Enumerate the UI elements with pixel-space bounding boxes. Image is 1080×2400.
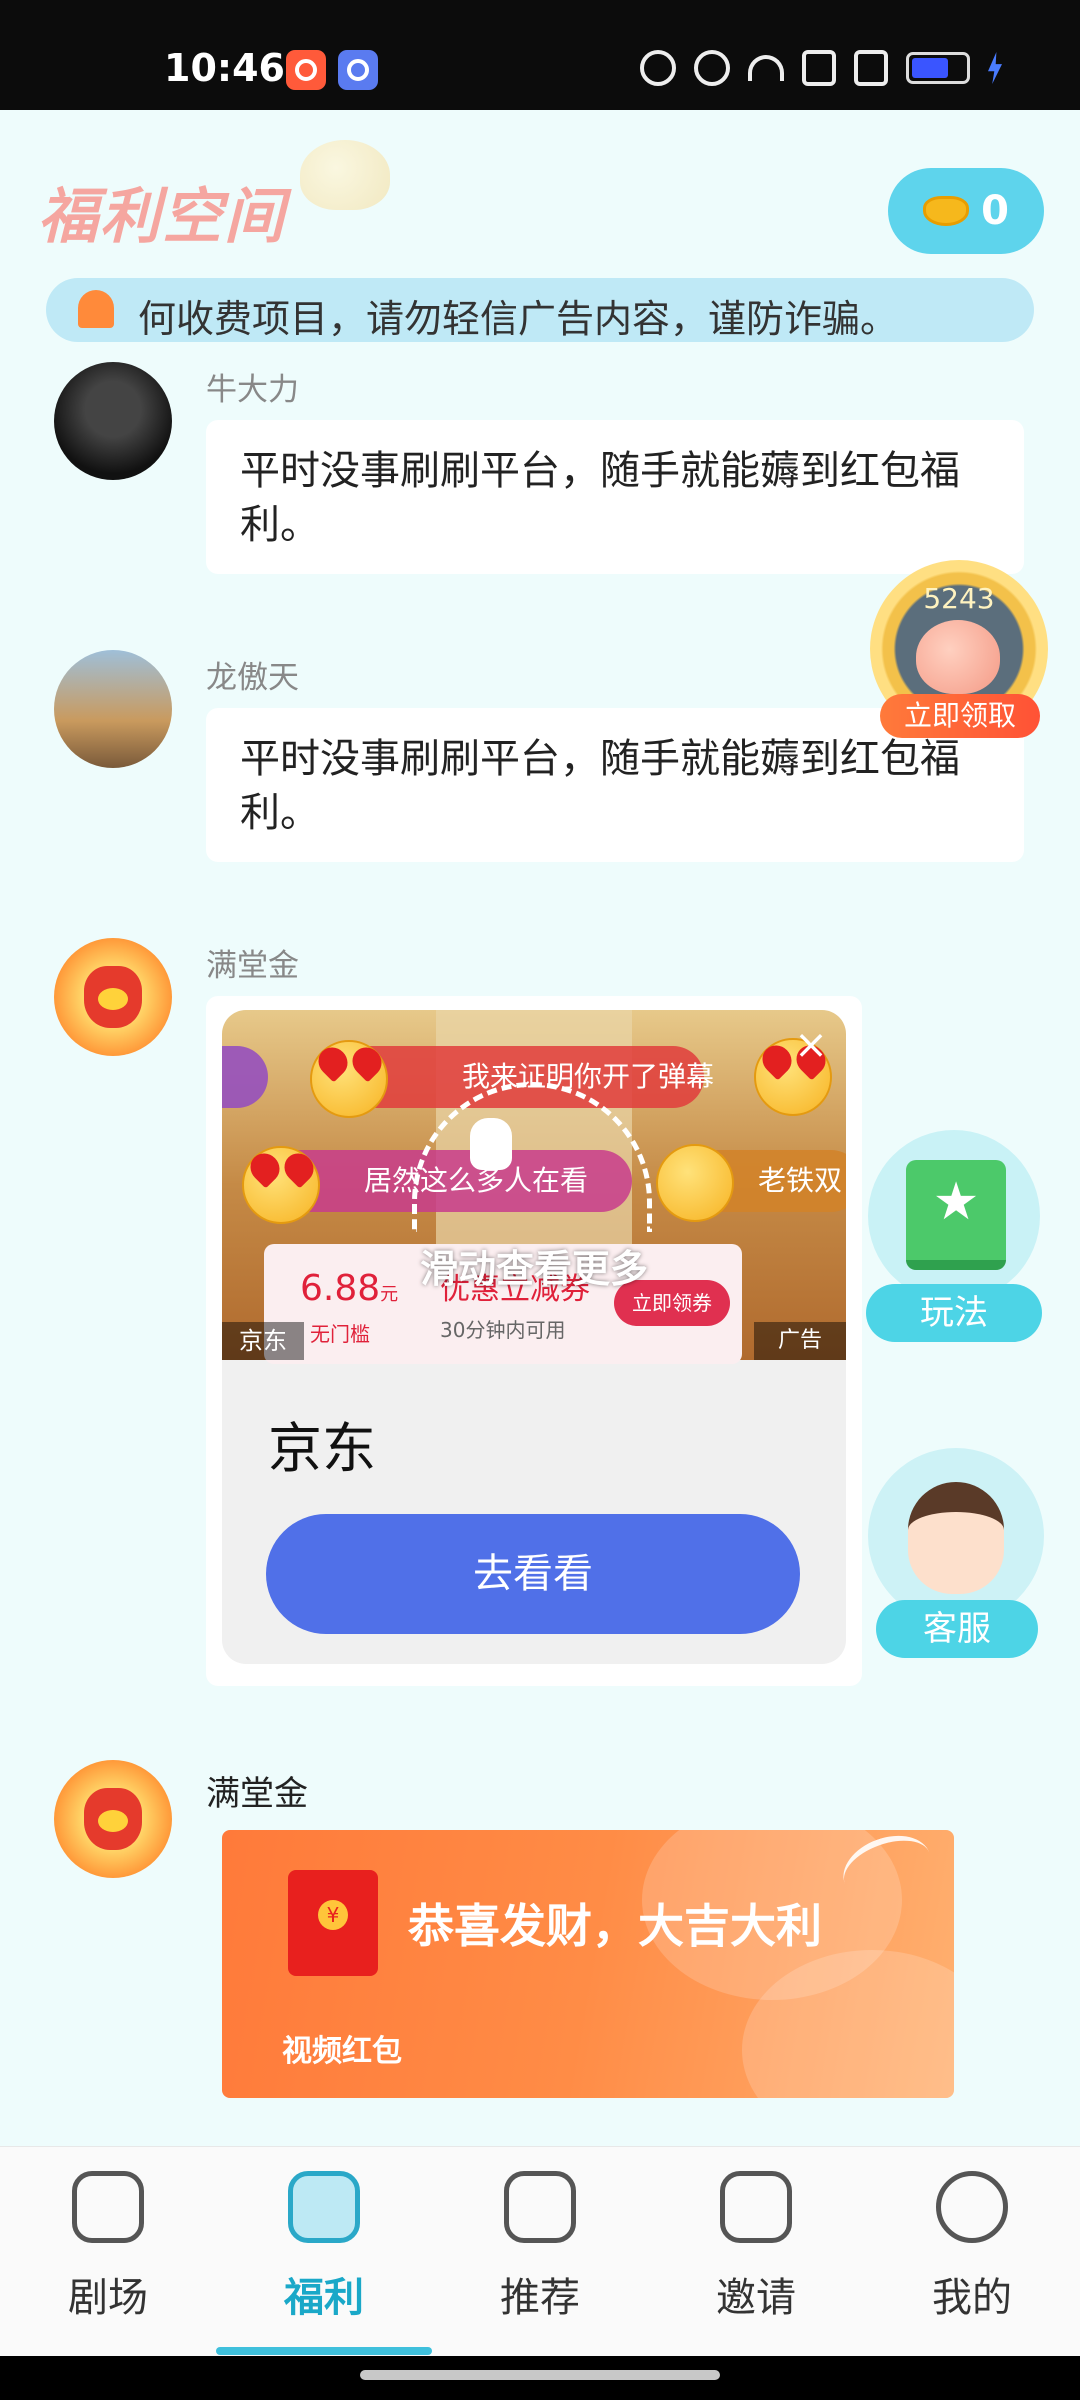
tab-invite[interactable]: 邀请 — [648, 2171, 864, 2331]
status-icons — [640, 50, 1002, 86]
coin-balance-button[interactable]: 0 — [888, 168, 1044, 254]
bonus-widget[interactable]: 5243 立即领取 — [870, 560, 1048, 738]
wifi-icon — [748, 55, 784, 81]
coin-count: 0 — [981, 188, 1009, 234]
mute-icon — [694, 50, 730, 86]
page-title: 福利空间 — [38, 182, 286, 252]
notice-bar[interactable]: 何收费项目，请勿轻信广告内容，谨防诈骗。 — [46, 278, 1034, 342]
tab-label: 福利 — [284, 2275, 364, 2321]
status-bar: 10:46 — [0, 0, 1080, 110]
ad-inner: 瞥 我来证明你开了弹幕 居然这么多人在看 老铁双 6.88元 无门槛 优惠立减券… — [222, 1010, 846, 1664]
smiley-icon — [936, 2171, 1008, 2243]
tab-welfare[interactable]: 福利 — [216, 2171, 432, 2331]
ad-source: 京东 — [222, 1322, 304, 1360]
battery-icon — [906, 52, 970, 84]
app-notification-icon — [286, 50, 326, 90]
notice-text: 何收费项目，请勿轻信广告内容，谨防诈骗。 — [138, 297, 899, 341]
agent-avatar-icon — [908, 1482, 1004, 1594]
danmu-item: 瞥 — [222, 1046, 268, 1108]
avatar[interactable] — [54, 938, 172, 1056]
hd-icon — [802, 50, 836, 86]
close-icon[interactable]: × — [792, 1025, 830, 1065]
system-nav-bar — [0, 2356, 1080, 2400]
gold-ingot-icon — [923, 196, 970, 226]
tab-label: 剧场 — [68, 2275, 148, 2321]
red-envelope-banner[interactable]: 恭喜发财，大吉大利 视频红包 — [222, 1830, 954, 2098]
avatar[interactable] — [54, 1760, 172, 1878]
star-eyes-emoji-icon — [656, 1144, 734, 1222]
heart-eyes-emoji-icon — [310, 1040, 388, 1118]
book-star-icon — [906, 1160, 1006, 1270]
tab-label: 推荐 — [500, 2275, 580, 2321]
tab-theater[interactable]: 剧场 — [0, 2171, 216, 2331]
peach-icon — [916, 620, 1000, 694]
hand-pointer-icon — [470, 1118, 512, 1170]
clipboard-icon — [504, 2171, 576, 2243]
banner-title: 恭喜发财，大吉大利 — [408, 1899, 822, 1953]
avatar[interactable] — [54, 362, 172, 480]
theater-icon — [72, 2171, 144, 2243]
ad-card[interactable]: 瞥 我来证明你开了弹幕 居然这么多人在看 老铁双 6.88元 无门槛 优惠立减券… — [206, 996, 862, 1686]
message-bubble: 平时没事刷刷平台，随手就能薅到红包福利。 — [206, 420, 1024, 574]
tab-recommend[interactable]: 推荐 — [432, 2171, 648, 2331]
swipe-hint: 滑动查看更多 — [419, 1247, 648, 1291]
app-notification-icon-2 — [338, 50, 378, 90]
ad-title: 京东 — [268, 1417, 376, 1480]
sender-name: 满堂金 — [206, 1774, 308, 1814]
banner-subtitle: 视频红包 — [282, 2034, 402, 2069]
how-to-play-widget[interactable]: 玩法 — [866, 1130, 1042, 1344]
ad-video[interactable]: 瞥 我来证明你开了弹幕 居然这么多人在看 老铁双 6.88元 无门槛 优惠立减券… — [222, 1010, 846, 1364]
charging-icon — [988, 52, 1002, 84]
sender-name: 龙傲天 — [206, 660, 299, 696]
sender-name: 满堂金 — [206, 948, 299, 984]
signal-icon — [854, 50, 888, 86]
envelope-icon — [720, 2171, 792, 2243]
bell-icon — [78, 290, 114, 328]
customer-service-widget[interactable]: 客服 — [866, 1448, 1044, 1662]
alarm-icon — [640, 50, 676, 86]
red-envelope-icon — [288, 1870, 378, 1976]
tab-me[interactable]: 我的 — [864, 2171, 1080, 2331]
coupon-desc: 30分钟内可用 — [440, 1318, 566, 1342]
home-handle[interactable] — [360, 2370, 720, 2380]
coupon-threshold: 无门槛 — [310, 1322, 370, 1346]
tab-label: 我的 — [932, 2275, 1012, 2321]
claim-now-button[interactable]: 立即领取 — [880, 694, 1040, 738]
bonus-count: 5243 — [923, 582, 995, 615]
status-time: 10:46 — [164, 46, 285, 90]
bottom-nav: 剧场 福利 推荐 邀请 我的 — [0, 2146, 1080, 2356]
tab-label: 邀请 — [716, 2275, 796, 2321]
how-to-play-button[interactable]: 玩法 — [866, 1284, 1042, 1342]
heart-eyes-emoji-icon — [242, 1146, 320, 1224]
sender-name: 牛大力 — [206, 372, 299, 408]
active-tab-indicator — [216, 2347, 432, 2355]
brand-ingot-icon — [300, 140, 390, 210]
star-icon — [288, 2171, 360, 2243]
avatar[interactable] — [54, 650, 172, 768]
customer-service-button[interactable]: 客服 — [876, 1600, 1038, 1658]
ad-tag: 广告 — [754, 1322, 846, 1360]
go-see-button[interactable]: 去看看 — [266, 1514, 800, 1634]
